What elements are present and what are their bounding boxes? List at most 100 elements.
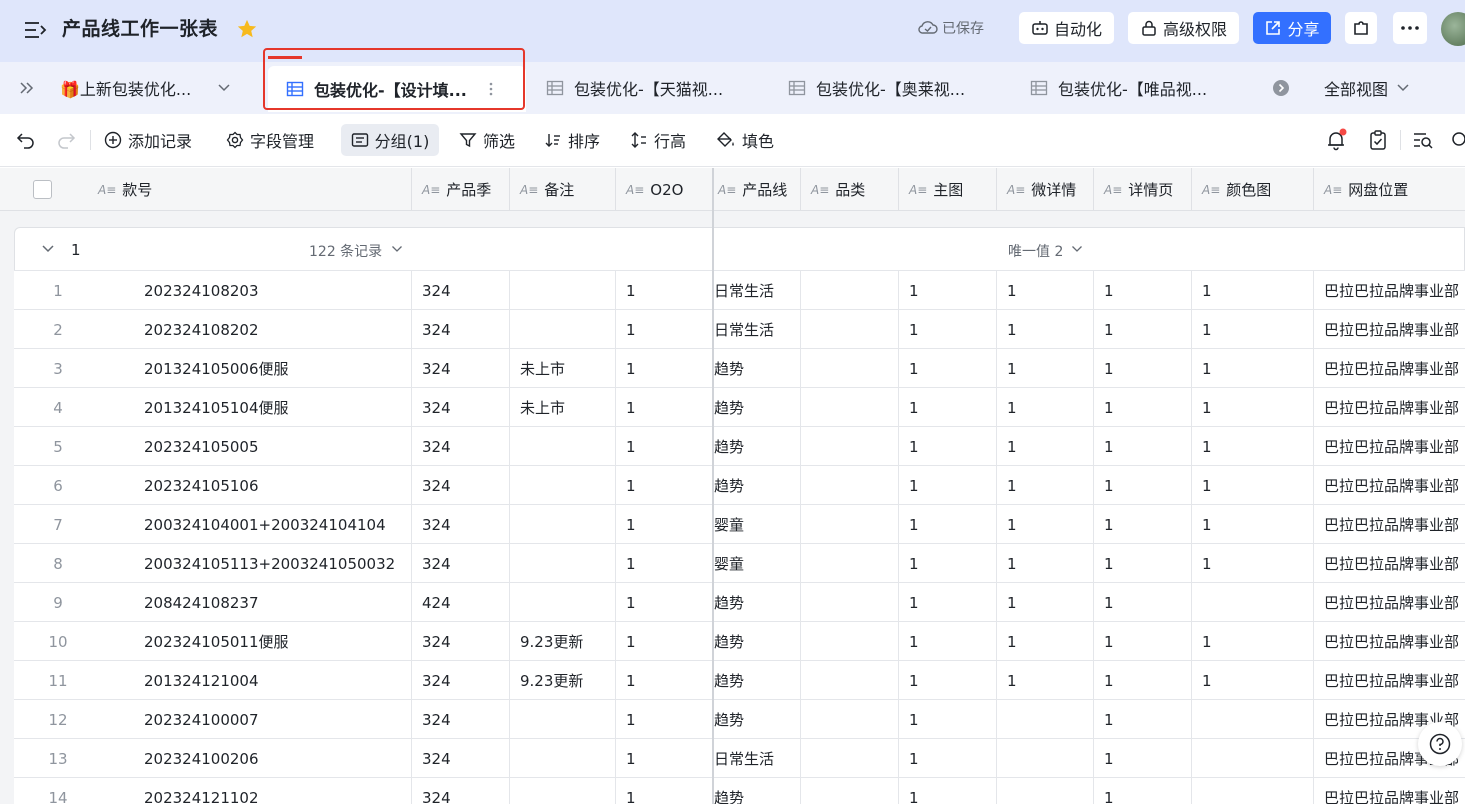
color-image-cell[interactable]: 1 [1192,661,1314,700]
category-cell[interactable] [801,700,899,739]
tab-view-2[interactable]: 包装优化-【天猫视... [546,62,723,114]
table-row[interactable]: 12 202324100007 324 1 趋势 1 1 巴拉巴拉品牌事业部 [14,699,1465,739]
category-cell[interactable] [801,661,899,700]
undo-icon[interactable] [16,131,36,149]
o2o-cell[interactable]: 1 [616,505,713,544]
table-row[interactable]: 1 202324108203 324 1 日常生活 1 1 1 1 巴拉巴拉品牌事业部 [14,270,1465,310]
color-image-cell[interactable] [1192,778,1314,804]
o2o-cell[interactable]: 1 [616,388,713,427]
row-number-cell[interactable]: 10 [14,622,102,661]
style-no-cell[interactable]: 202324100206 [102,739,412,778]
table-row[interactable]: 5 202324105005 324 1 趋势 1 1 1 1 巴拉巴拉品牌事业部 [14,426,1465,466]
detail-page-cell[interactable]: 1 [1094,583,1192,622]
detail-page-cell[interactable]: 1 [1094,427,1192,466]
row-number-cell[interactable]: 9 [14,583,102,622]
row-number-cell[interactable]: 14 [14,778,102,804]
extension-button[interactable] [1345,12,1377,44]
color-image-cell[interactable]: 1 [1192,505,1314,544]
note-cell[interactable] [510,583,616,622]
table-row[interactable]: 3 201324105006便服 324 未上市 1 趋势 1 1 1 1 巴拉巴拉品牌事业部 [14,348,1465,388]
micro-detail-cell[interactable] [997,739,1094,778]
field-manage-button[interactable]: 字段管理 [220,124,320,156]
product-line-cell[interactable]: 趋势 [713,778,801,804]
note-cell[interactable] [510,739,616,778]
disk-location-cell[interactable]: 巴拉巴拉品牌事业部 [1314,427,1465,466]
detail-page-cell[interactable]: 1 [1094,466,1192,505]
disk-location-cell[interactable]: 巴拉巴拉品牌事业部 [1314,349,1465,388]
main-image-cell[interactable]: 1 [899,700,997,739]
document-title[interactable]: 产品线工作一张表 [62,14,218,41]
column-header-disk-location[interactable]: A≡ 网盘位置 [1314,168,1465,211]
chevron-down-icon[interactable] [217,83,231,93]
style-no-cell[interactable]: 202324105005 [102,427,412,466]
product-line-cell[interactable]: 趋势 [713,466,801,505]
disk-location-cell[interactable]: 巴拉巴拉品牌事业部 [1314,544,1465,583]
season-cell[interactable]: 324 [412,778,510,804]
color-image-cell[interactable]: 1 [1192,271,1314,310]
search-icon[interactable] [1450,130,1465,150]
product-line-cell[interactable]: 趋势 [713,388,801,427]
main-image-cell[interactable]: 1 [899,505,997,544]
note-cell[interactable] [510,700,616,739]
row-number-cell[interactable]: 4 [14,388,102,427]
main-image-cell[interactable]: 1 [899,622,997,661]
product-line-cell[interactable]: 日常生活 [713,310,801,349]
avatar[interactable] [1441,12,1465,46]
color-image-cell[interactable] [1192,583,1314,622]
note-cell[interactable] [510,310,616,349]
clipboard-check-icon[interactable] [1367,129,1389,151]
column-header-detail-page[interactable]: A≡ 详情页 [1094,168,1192,211]
detail-page-cell[interactable]: 1 [1094,622,1192,661]
sort-button[interactable]: 排序 [538,124,606,156]
note-cell[interactable] [510,505,616,544]
category-cell[interactable] [801,544,899,583]
category-cell[interactable] [801,388,899,427]
o2o-cell[interactable]: 1 [616,544,713,583]
disk-location-cell[interactable]: 巴拉巴拉品牌事业部 [1314,622,1465,661]
o2o-cell[interactable]: 1 [616,622,713,661]
row-number-cell[interactable]: 5 [14,427,102,466]
o2o-cell[interactable]: 1 [616,349,713,388]
season-cell[interactable]: 324 [412,271,510,310]
main-image-cell[interactable]: 1 [899,661,997,700]
micro-detail-cell[interactable] [997,700,1094,739]
collapse-group-icon[interactable] [41,244,55,254]
detail-page-cell[interactable]: 1 [1094,349,1192,388]
micro-detail-cell[interactable]: 1 [997,505,1094,544]
o2o-cell[interactable]: 1 [616,427,713,466]
all-views-dropdown[interactable]: 全部视图 [1324,62,1410,114]
category-cell[interactable] [801,739,899,778]
season-cell[interactable]: 324 [412,505,510,544]
disk-location-cell[interactable]: 巴拉巴拉品牌事业部 [1314,583,1465,622]
style-no-cell[interactable]: 202324108202 [102,310,412,349]
row-number-cell[interactable]: 1 [14,271,102,310]
row-number-cell[interactable]: 11 [14,661,102,700]
season-cell[interactable]: 324 [412,544,510,583]
product-line-cell[interactable]: 趋势 [713,349,801,388]
o2o-cell[interactable]: 1 [616,310,713,349]
color-image-cell[interactable] [1192,739,1314,778]
frozen-column-divider[interactable] [712,168,714,804]
detail-page-cell[interactable]: 1 [1094,505,1192,544]
search-list-icon[interactable] [1412,130,1434,150]
more-options-button[interactable] [1393,12,1427,44]
row-number-cell[interactable]: 3 [14,349,102,388]
color-image-cell[interactable]: 1 [1192,349,1314,388]
column-header-main-image[interactable]: A≡ 主图 [899,168,997,211]
style-no-cell[interactable]: 202324105106 [102,466,412,505]
row-number-cell[interactable]: 12 [14,700,102,739]
tab-view-0[interactable]: 🎁上新包装优化... [60,62,231,114]
help-button[interactable] [1418,722,1462,766]
o2o-cell[interactable]: 1 [616,271,713,310]
redo-icon[interactable] [56,131,76,149]
column-header-micro-detail[interactable]: A≡ 微详情 [997,168,1094,211]
row-number-cell[interactable]: 7 [14,505,102,544]
season-cell[interactable]: 324 [412,739,510,778]
table-row[interactable]: 6 202324105106 324 1 趋势 1 1 1 1 巴拉巴拉品牌事业部 [14,465,1465,505]
color-image-cell[interactable]: 1 [1192,427,1314,466]
style-no-cell[interactable]: 202324121102 [102,778,412,804]
micro-detail-cell[interactable]: 1 [997,544,1094,583]
main-image-cell[interactable]: 1 [899,466,997,505]
chevron-down-icon[interactable] [1071,245,1083,254]
row-height-button[interactable]: 行高 [624,124,692,156]
